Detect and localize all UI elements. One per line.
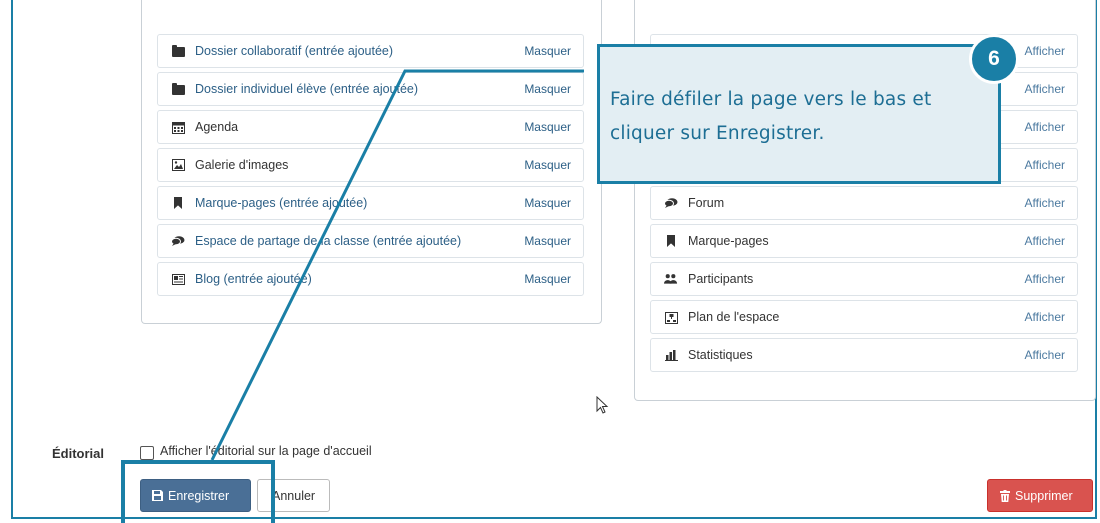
step-number-badge: 6 <box>969 34 1019 84</box>
show-link[interactable]: Afficher <box>1025 348 1065 362</box>
show-link[interactable]: Afficher <box>1025 82 1065 96</box>
folder-icon <box>171 82 185 96</box>
hide-link[interactable]: Masquer <box>524 82 571 96</box>
list-item[interactable]: Marque-pages (entrée ajoutée) Masquer <box>157 186 584 220</box>
hide-link[interactable]: Masquer <box>524 158 571 172</box>
show-link[interactable]: Afficher <box>1025 120 1065 134</box>
item-label: Espace de partage de la classe (entrée a… <box>195 234 462 248</box>
bar-chart-icon <box>664 348 678 362</box>
item-label: Galerie d'images <box>195 158 289 172</box>
list-item[interactable]: Marque-pages Afficher <box>650 224 1078 258</box>
item-label: Dossier individuel élève (entrée ajoutée… <box>195 82 419 96</box>
list-item[interactable]: Dossier collaboratif (entrée ajoutée) Ma… <box>157 34 584 68</box>
list-item[interactable]: Agenda Masquer <box>157 110 584 144</box>
show-link[interactable]: Afficher <box>1025 158 1065 172</box>
trash-icon <box>1000 489 1010 502</box>
hide-link[interactable]: Masquer <box>524 44 571 58</box>
delete-button[interactable]: Supprimer <box>987 479 1093 512</box>
hide-link[interactable]: Masquer <box>524 196 571 210</box>
editorial-label: Éditorial <box>52 446 105 461</box>
editorial-checkbox[interactable] <box>140 446 154 460</box>
blog-icon <box>171 272 185 286</box>
item-label: Participants <box>688 272 754 286</box>
list-item[interactable]: Blog (entrée ajoutée) Masquer <box>157 262 584 296</box>
users-icon <box>664 272 678 286</box>
bookmark-icon <box>171 196 185 210</box>
list-item[interactable]: Galerie d'images Masquer <box>157 148 584 182</box>
delete-label: Supprimer <box>1015 488 1073 503</box>
item-label: Plan de l'espace <box>688 310 780 324</box>
comments-icon <box>664 196 678 210</box>
mouse-cursor-icon <box>596 396 609 414</box>
image-icon <box>171 158 185 172</box>
show-link[interactable]: Afficher <box>1025 310 1065 324</box>
show-link[interactable]: Afficher <box>1025 272 1065 286</box>
hide-link[interactable]: Masquer <box>524 234 571 248</box>
list-item[interactable]: Participants Afficher <box>650 262 1078 296</box>
instruction-callout: Faire défiler la page vers le bas et cliq… <box>597 44 1001 184</box>
item-label: Marque-pages (entrée ajoutée) <box>195 196 368 210</box>
cancel-label: Annuler <box>272 488 316 503</box>
item-label: Marque-pages <box>688 234 769 248</box>
editorial-checkbox-label[interactable]: Afficher l'éditorial sur la page d'accue… <box>160 444 372 458</box>
list-item[interactable]: Espace de partage de la classe (entrée a… <box>157 224 584 258</box>
calendar-icon <box>171 120 185 134</box>
list-item[interactable]: Statistiques Afficher <box>650 338 1078 372</box>
item-label: Dossier collaboratif (entrée ajoutée) <box>195 44 394 58</box>
list-item[interactable]: Forum Afficher <box>650 186 1078 220</box>
show-link[interactable]: Afficher <box>1025 44 1065 58</box>
hide-link[interactable]: Masquer <box>524 272 571 286</box>
hide-link[interactable]: Masquer <box>524 120 571 134</box>
list-item[interactable]: Plan de l'espace Afficher <box>650 300 1078 334</box>
bookmark-icon <box>664 234 678 248</box>
comments-icon <box>171 234 185 248</box>
show-link[interactable]: Afficher <box>1025 196 1065 210</box>
show-link[interactable]: Afficher <box>1025 234 1065 248</box>
item-label: Statistiques <box>688 348 753 362</box>
callout-text: Faire défiler la page vers le bas et cliq… <box>610 89 932 144</box>
item-label: Forum <box>688 196 725 210</box>
list-item[interactable]: Dossier individuel élève (entrée ajoutée… <box>157 72 584 106</box>
item-label: Agenda <box>195 120 239 134</box>
save-button-highlight <box>121 460 275 523</box>
item-label: Blog (entrée ajoutée) <box>195 272 312 286</box>
folder-icon <box>171 44 185 58</box>
sitemap-icon <box>664 310 678 324</box>
